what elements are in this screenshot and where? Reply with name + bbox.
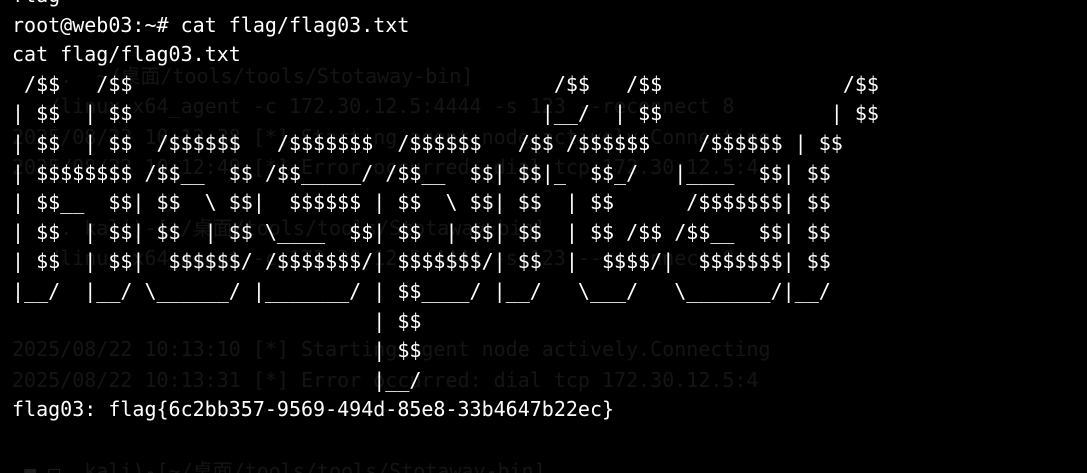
- ascii-banner-line: | $$: [12, 308, 422, 333]
- command-echo-line: cat flag/flag03.txt: [12, 42, 241, 67]
- ascii-banner-line: | $$: [12, 338, 422, 363]
- ascii-banner-line: | $$ | $$| $$ | $$ \____ $$| $$ | $$| $$…: [12, 219, 831, 244]
- ascii-banner-line: |__/ |__/ \______/ |_______/ | $$____/ |…: [12, 278, 831, 303]
- terminal-window[interactable]: ... ~/桌面/tools/tools/Stotaway-bin] ./lin…: [0, 0, 1087, 473]
- previous-output-line: flag: [12, 0, 879, 11]
- command-prompt-line: root@web03:~# cat flag/flag03.txt: [12, 12, 410, 37]
- ascii-banner-line: | $$ | $$ /$$$$$$ /$$$$$$$ /$$$$$$ /$$ /…: [12, 130, 843, 155]
- terminal-output[interactable]: flagroot@web03:~# cat flag/flag03.txt cat…: [12, 0, 879, 425]
- ascii-banner-line: | $$$$$$$$ /$$__ $$ /$$_____/ /$$__ $$| …: [12, 160, 831, 185]
- background-line: [12, 425, 771, 455]
- ascii-banner-line: /$$ /$$ /$$ /$$ /$$: [12, 71, 879, 96]
- ascii-banner-line: | $$ | $$ |__/ | $$ | $$: [12, 101, 879, 126]
- background-line: ... kali)-[~/桌面/tools/tools/Stotaway-bin…: [12, 458, 546, 473]
- flag-output-line: flag03: flag{6c2bb357-9569-494d-85e8-33b…: [12, 397, 615, 422]
- ascii-banner-line: |__/: [12, 367, 422, 392]
- ascii-banner-line: | $$__ $$| $$ \ $$| $$$$$$ | $$ \ $$| $$…: [12, 190, 831, 215]
- ascii-banner-line: | $$ | $$| $$$$$$/ /$$$$$$$/| $$$$$$$/| …: [12, 249, 831, 274]
- background-cursor-line: ■ □: [0, 461, 61, 473]
